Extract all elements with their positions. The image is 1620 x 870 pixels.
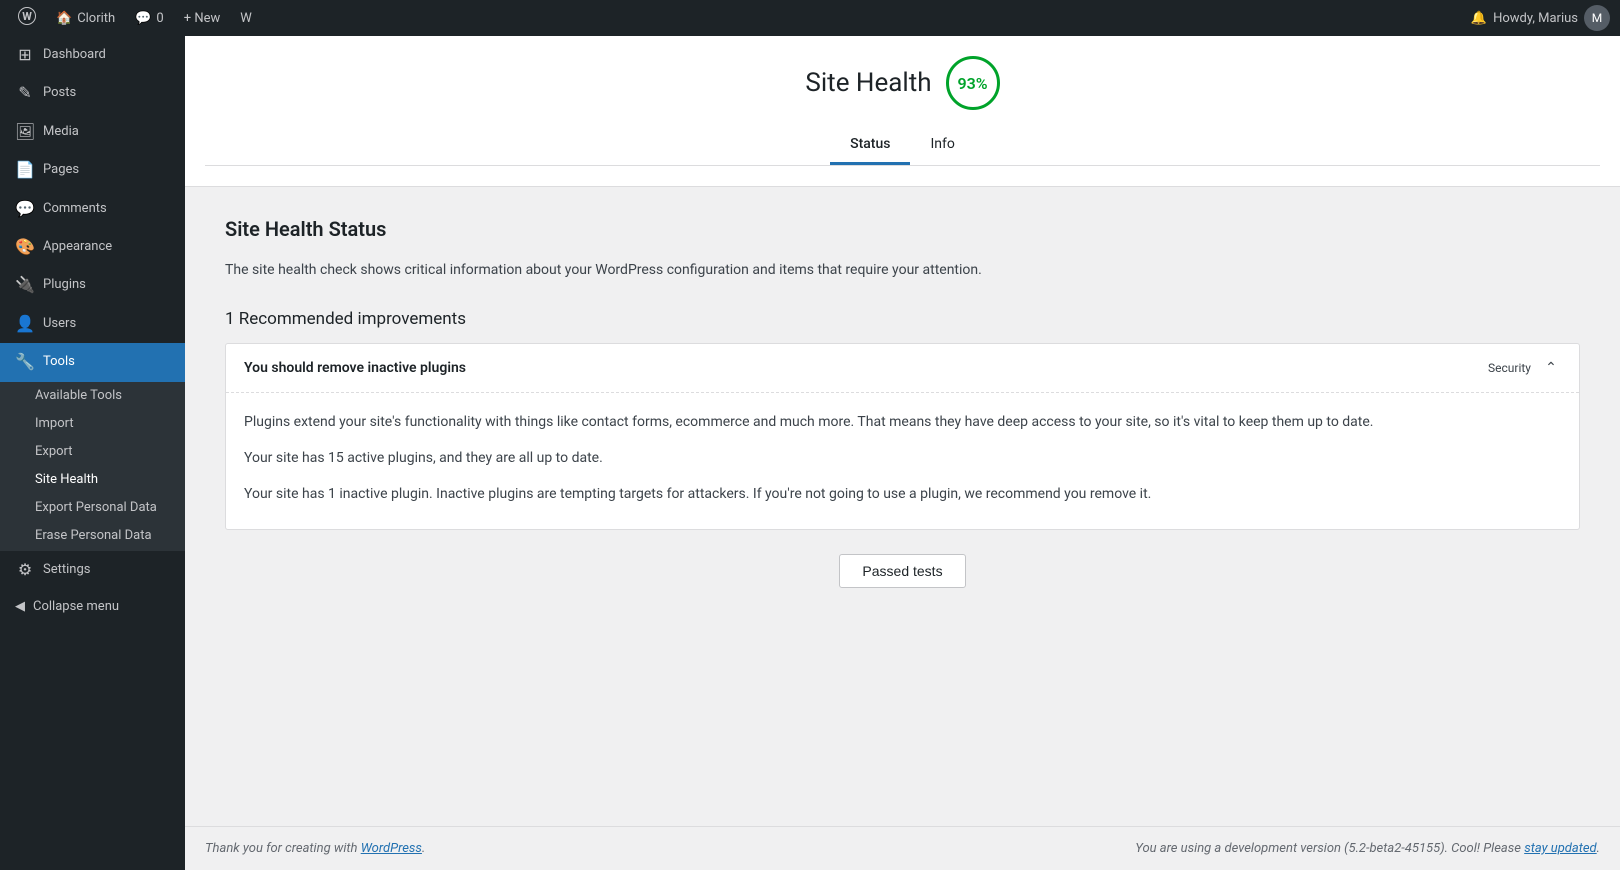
pages-icon: 📄	[15, 159, 35, 181]
sidebar-item-label: Comments	[43, 200, 107, 218]
submenu-available-tools[interactable]: Available Tools	[0, 382, 185, 410]
svg-text:W: W	[22, 10, 32, 23]
footer-period: .	[422, 841, 425, 856]
issue-body-line-1: Plugins extend your site's functionality…	[244, 411, 1561, 435]
issue-body-line-2: Your site has 15 active plugins, and the…	[244, 447, 1561, 471]
page-title: Site Health	[805, 68, 931, 98]
sidebar-item-label: Settings	[43, 561, 90, 579]
submenu-label: Available Tools	[35, 387, 122, 405]
status-heading: Site Health Status	[225, 217, 1580, 241]
issue-card: You should remove inactive plugins Secur…	[225, 343, 1580, 529]
tab-status[interactable]: Status	[830, 126, 910, 165]
footer-version-text: You are using a development version (5.2…	[1135, 841, 1521, 856]
wp-logo-menu[interactable]: W	[10, 0, 44, 36]
users-icon: 👤	[15, 313, 35, 335]
collapse-menu-button[interactable]: ◀ Collapse menu	[0, 589, 185, 624]
new-content-menu[interactable]: + New	[176, 0, 229, 36]
admin-bar: W 🏠 Clorith 💬 0 + New W 🔔 Howdy, Marius …	[0, 0, 1620, 36]
footer-right: You are using a development version (5.2…	[1135, 841, 1600, 856]
sidebar-item-pages[interactable]: 📄 Pages	[0, 151, 185, 189]
issue-body-line-3: Your site has 1 inactive plugin. Inactiv…	[244, 483, 1561, 507]
sidebar-item-label: Plugins	[43, 276, 86, 294]
comments-count: 0	[156, 11, 163, 26]
footer-stay-updated-link[interactable]: stay updated	[1524, 841, 1596, 856]
sidebar-item-plugins[interactable]: 🔌 Plugins	[0, 266, 185, 304]
tab-info[interactable]: Info	[910, 126, 974, 165]
sidebar-item-label: Media	[43, 123, 79, 141]
new-content-label: + New	[184, 11, 221, 26]
issue-card-body: Plugins extend your site's functionality…	[226, 393, 1579, 528]
sidebar-item-dashboard[interactable]: ⊞ Dashboard	[0, 36, 185, 74]
site-health-tabs: Status Info	[205, 126, 1600, 166]
home-icon: 🏠	[56, 11, 72, 26]
footer-thank-you: Thank you for creating with	[205, 841, 357, 856]
submenu-export[interactable]: Export	[0, 438, 185, 466]
admin-menu: ⊞ Dashboard ✎ Posts 🖼 Media 📄 Pa	[0, 36, 185, 589]
improvements-heading: 1 Recommended improvements	[225, 309, 1580, 329]
bell-icon: 🔔	[1471, 11, 1487, 26]
media-icon: 🖼	[15, 121, 35, 143]
customize-w-icon: W	[240, 11, 252, 26]
collapse-label: Collapse menu	[33, 599, 119, 614]
submenu-label: Export Personal Data	[35, 499, 157, 517]
sidebar-item-media[interactable]: 🖼 Media	[0, 113, 185, 151]
posts-icon: ✎	[15, 82, 35, 104]
avatar: M	[1584, 5, 1610, 31]
howdy-menu[interactable]: Howdy, Marius M	[1493, 5, 1610, 31]
site-health-content: Site Health Status The site health check…	[185, 187, 1620, 826]
collapse-icon: ◀	[15, 599, 25, 614]
comments-icon: 💬	[15, 198, 35, 220]
comments-menu[interactable]: 💬 0	[127, 0, 172, 36]
adminbar-right: 🔔 Howdy, Marius M	[1471, 5, 1610, 31]
main-content: Site Health 93% Status Info Site Health …	[185, 36, 1620, 870]
settings-icon: ⚙	[15, 559, 35, 581]
sidebar-item-label: Dashboard	[43, 46, 106, 64]
sidebar-item-appearance[interactable]: 🎨 Appearance	[0, 228, 185, 266]
sidebar-item-settings[interactable]: ⚙ Settings	[0, 551, 185, 589]
sidebar: ⊞ Dashboard ✎ Posts 🖼 Media 📄 Pa	[0, 36, 185, 870]
sidebar-item-posts[interactable]: ✎ Posts	[0, 74, 185, 112]
status-description: The site health check shows critical inf…	[225, 259, 1580, 281]
sidebar-item-label: Tools	[43, 353, 75, 371]
sidebar-item-comments[interactable]: 💬 Comments	[0, 190, 185, 228]
submenu-label: Erase Personal Data	[35, 527, 152, 545]
chevron-up-icon[interactable]: ⌃	[1541, 358, 1561, 378]
health-score-value: 93%	[958, 74, 988, 93]
submenu-site-health[interactable]: Site Health	[0, 466, 185, 494]
submenu-label: Export	[35, 443, 73, 461]
sidebar-item-label: Posts	[43, 84, 76, 102]
submenu-label: Site Health	[35, 471, 98, 489]
howdy-label: Howdy, Marius	[1493, 11, 1578, 26]
sidebar-item-tools[interactable]: 🔧 Tools Available Tools Import Export Si…	[0, 343, 185, 551]
wp-logo-icon: W	[18, 7, 36, 30]
footer-left: Thank you for creating with WordPress.	[205, 841, 425, 856]
issue-meta: Security ⌃	[1488, 358, 1561, 378]
sidebar-item-label: Users	[43, 315, 76, 333]
sidebar-item-label: Appearance	[43, 238, 112, 256]
submenu-erase-personal-data[interactable]: Erase Personal Data	[0, 522, 185, 550]
site-name-label: Clorith	[77, 11, 115, 26]
issue-card-header[interactable]: You should remove inactive plugins Secur…	[226, 344, 1579, 393]
sidebar-item-label: Pages	[43, 161, 79, 179]
issue-title: You should remove inactive plugins	[244, 360, 466, 376]
wp-footer: Thank you for creating with WordPress. Y…	[185, 826, 1620, 870]
appearance-icon: 🎨	[15, 236, 35, 258]
submenu-import[interactable]: Import	[0, 410, 185, 438]
site-health-header: Site Health 93% Status Info	[185, 36, 1620, 187]
passed-tests-button[interactable]: Passed tests	[839, 554, 965, 588]
site-name-menu[interactable]: 🏠 Clorith	[48, 0, 123, 36]
plugins-icon: 🔌	[15, 274, 35, 296]
tools-submenu: Available Tools Import Export Site Healt…	[0, 382, 185, 551]
submenu-export-personal-data[interactable]: Export Personal Data	[0, 494, 185, 522]
health-score-circle: 93%	[946, 56, 1000, 110]
dashboard-icon: ⊞	[15, 44, 35, 66]
issue-badge: Security	[1488, 361, 1531, 375]
passed-tests-row: Passed tests	[225, 554, 1580, 588]
comments-icon: 💬	[135, 11, 151, 26]
sidebar-item-users[interactable]: 👤 Users	[0, 305, 185, 343]
tools-icon: 🔧	[15, 351, 35, 373]
footer-wp-link[interactable]: WordPress	[361, 841, 422, 856]
submenu-label: Import	[35, 415, 74, 433]
customize-icon-menu[interactable]: W	[232, 0, 260, 36]
